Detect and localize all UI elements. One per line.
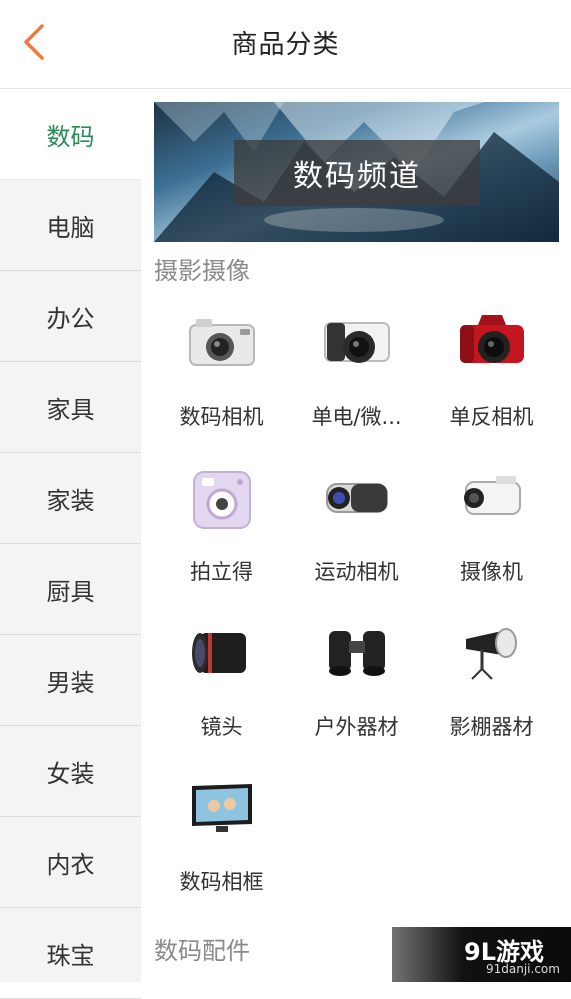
item-label: 单反相机 (449, 405, 534, 429)
item-photo-frame[interactable]: 数码相框 (154, 766, 289, 916)
compact-camera-icon (189, 319, 255, 366)
lens-icon (192, 633, 246, 673)
item-studio-gear[interactable]: 影棚器材 (424, 611, 559, 761)
mirrorless-camera-icon (324, 322, 390, 363)
item-label: 户外器材 (314, 715, 399, 739)
channel-banner[interactable]: 数码频道 (154, 102, 559, 242)
item-lens[interactable]: 镜头 (154, 611, 289, 761)
section-title-accessories: 数码配件 (154, 937, 250, 965)
item-action-camera[interactable]: 运动相机 (289, 456, 424, 606)
item-label: 拍立得 (190, 560, 253, 584)
action-camera-icon (326, 483, 388, 513)
item-instant-camera[interactable]: 拍立得 (154, 456, 289, 606)
sidebar-item-home-decor[interactable]: 家装 (0, 453, 141, 544)
category-content: 数码频道 摄影摄像 数码相机 单电/微... 单反相机 拍立得 运动相机 摄像机… (141, 89, 571, 982)
item-label: 镜头 (200, 715, 243, 739)
sidebar-item-kitchen[interactable]: 厨具 (0, 544, 141, 635)
item-mirrorless-camera[interactable]: 单电/微... (289, 301, 424, 451)
item-label: 影棚器材 (449, 715, 534, 739)
item-label: 单电/微... (311, 405, 402, 429)
item-label: 摄像机 (460, 560, 523, 584)
item-label: 数码相机 (179, 405, 264, 429)
watermark-url: 91danji.com (486, 962, 560, 976)
watermark: 9L游戏 91danji.com (392, 927, 571, 982)
item-label: 数码相框 (179, 870, 264, 894)
category-sidebar: 数码 电脑 办公 家具 家装 厨具 男装 女装 内衣 珠宝 (0, 89, 141, 999)
photo-frame-icon (192, 784, 252, 832)
instant-camera-icon (193, 471, 251, 529)
item-digital-camera[interactable]: 数码相机 (154, 301, 289, 451)
binoculars-icon (329, 631, 385, 676)
sidebar-item-underwear[interactable]: 内衣 (0, 817, 141, 908)
sidebar-item-womenswear[interactable]: 女装 (0, 726, 141, 817)
item-camcorder[interactable]: 摄像机 (424, 456, 559, 606)
section-title-photography: 摄影摄像 (154, 257, 250, 285)
item-label: 运动相机 (314, 560, 399, 584)
sidebar-item-furniture[interactable]: 家具 (0, 362, 141, 453)
sidebar-item-office[interactable]: 办公 (0, 271, 141, 362)
page-title: 商品分类 (231, 30, 340, 60)
item-dslr-camera[interactable]: 单反相机 (424, 301, 559, 451)
sidebar-item-menswear[interactable]: 男装 (0, 635, 141, 726)
banner-title: 数码频道 (234, 140, 480, 206)
sidebar-item-computer[interactable]: 电脑 (0, 180, 141, 271)
camcorder-icon (464, 476, 521, 515)
sidebar-item-jewelry[interactable]: 珠宝 (0, 908, 141, 999)
studio-light-icon (466, 628, 517, 680)
item-outdoor-gear[interactable]: 户外器材 (289, 611, 424, 761)
sidebar-item-digital[interactable]: 数码 (0, 89, 141, 180)
top-bar: 商品分类 (0, 0, 571, 89)
dslr-camera-icon (460, 315, 524, 363)
